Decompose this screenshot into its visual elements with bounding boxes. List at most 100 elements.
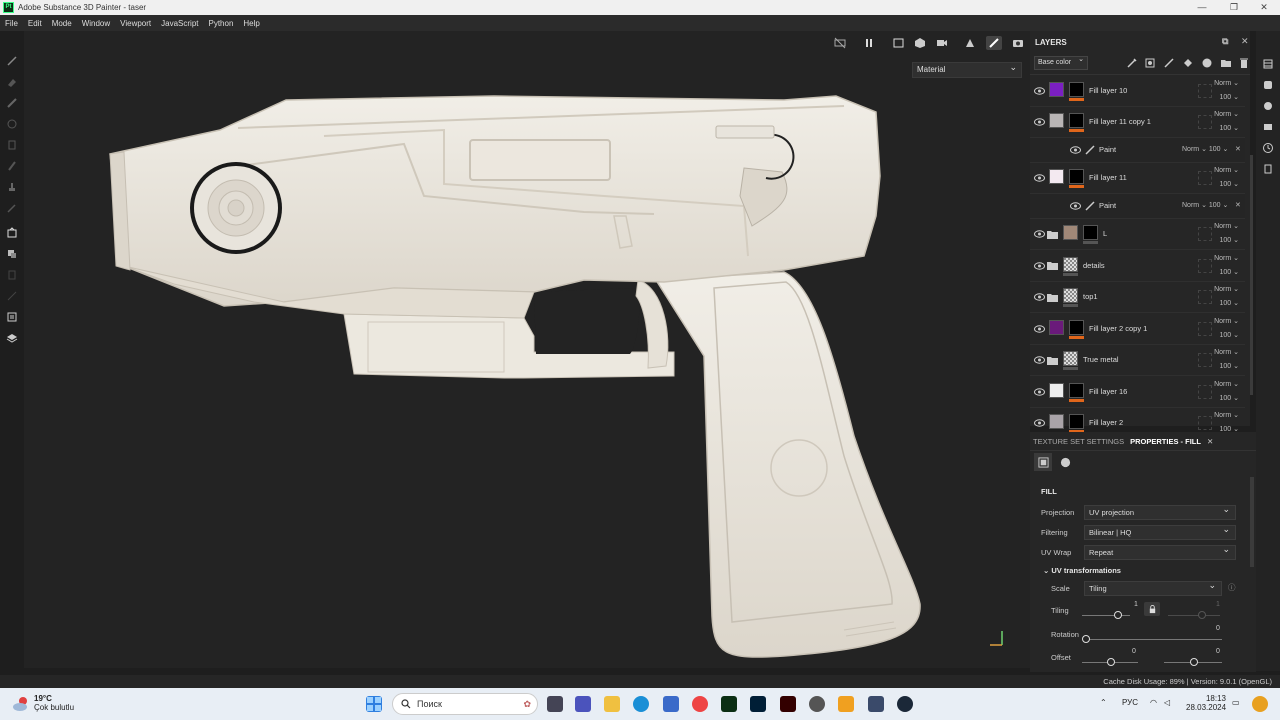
layer-blend-mode[interactable]: Norm ⌄ bbox=[1199, 220, 1239, 234]
app-icon[interactable] bbox=[809, 696, 825, 712]
visibility-eye-icon[interactable] bbox=[1034, 325, 1045, 333]
file-explorer-icon[interactable] bbox=[604, 696, 620, 712]
log-dock-icon[interactable] bbox=[1256, 158, 1280, 179]
eraser-tool-icon[interactable] bbox=[0, 71, 24, 92]
folder-icon[interactable] bbox=[1047, 356, 1058, 365]
channel-select[interactable]: Base color bbox=[1034, 54, 1088, 70]
layer-opacity[interactable]: 100 ⌄ bbox=[1199, 266, 1240, 280]
measure-tool-icon[interactable] bbox=[0, 285, 24, 306]
material-picker-icon[interactable] bbox=[0, 243, 24, 264]
visibility-eye-icon[interactable] bbox=[1070, 202, 1081, 210]
add-folder-icon[interactable] bbox=[1220, 57, 1234, 71]
material-mode-icon[interactable] bbox=[1034, 453, 1052, 471]
view-3d-icon[interactable] bbox=[912, 36, 928, 50]
layer-opacity[interactable]: 100 ⌄ bbox=[1199, 360, 1240, 374]
windows-start-icon[interactable] bbox=[366, 696, 382, 712]
input-language[interactable]: РУС bbox=[1122, 698, 1138, 707]
add-smart-material-icon[interactable] bbox=[1201, 57, 1215, 71]
layer-opacity[interactable]: 100 ⌄ bbox=[1199, 91, 1240, 105]
notifications-icon[interactable]: ▭ bbox=[1232, 698, 1240, 707]
edge-browser-icon[interactable] bbox=[633, 696, 649, 712]
visibility-eye-icon[interactable] bbox=[1034, 262, 1045, 270]
menu-edit[interactable]: Edit bbox=[23, 19, 47, 28]
remove-effect-icon[interactable]: ✕ bbox=[1235, 201, 1241, 209]
smudge-tool-icon[interactable] bbox=[0, 134, 24, 155]
layer-mask-thumbnail[interactable] bbox=[1069, 319, 1084, 335]
steam-icon[interactable] bbox=[897, 696, 913, 712]
layer-row[interactable]: True metal Norm ⌄ 100 ⌄ bbox=[1030, 345, 1245, 376]
layer-mask-thumbnail[interactable] bbox=[1069, 382, 1084, 398]
layer-row[interactable]: Fill layer 2 copy 1 Norm ⌄ 100 ⌄ bbox=[1030, 313, 1245, 345]
view-2d-icon[interactable] bbox=[891, 36, 907, 50]
layer-color-thumbnail[interactable] bbox=[1049, 169, 1064, 185]
menu-viewport[interactable]: Viewport bbox=[115, 19, 156, 28]
layer-blend-mode[interactable]: Norm ⌄ bbox=[1199, 315, 1239, 329]
layers-scrollbar[interactable] bbox=[1250, 155, 1253, 395]
layer-name[interactable]: Fill layer 2 bbox=[1089, 418, 1123, 427]
rotation-slider-knob[interactable] bbox=[1082, 635, 1090, 643]
layer-mask-thumbnail[interactable] bbox=[1069, 81, 1084, 97]
taskbar-search[interactable]: Поиск ✿ bbox=[392, 693, 538, 715]
layer-effect-row[interactable]: Paint Norm ⌄ 100 ⌄ ✕ bbox=[1030, 194, 1245, 219]
layer-texture-thumbnail[interactable] bbox=[1063, 351, 1078, 367]
tiling-slider-track[interactable] bbox=[1082, 615, 1130, 616]
undock-icon[interactable]: ⧉ bbox=[1222, 36, 1228, 47]
layer-mask-thumbnail[interactable] bbox=[1069, 113, 1084, 129]
layer-mask-thumbnail[interactable] bbox=[1083, 225, 1098, 241]
layer-name[interactable]: L bbox=[1103, 229, 1107, 238]
menu-mode[interactable]: Mode bbox=[47, 19, 77, 28]
layer-name[interactable]: Fill layer 11 copy 1 bbox=[1089, 117, 1151, 126]
layer-name[interactable]: details bbox=[1083, 261, 1105, 270]
layer-color-thumbnail[interactable] bbox=[1049, 319, 1064, 335]
layer-row[interactable]: Fill layer 11 copy 1 Norm ⌄ 100 ⌄ bbox=[1030, 107, 1245, 138]
projection-tool-icon[interactable] bbox=[0, 92, 24, 113]
layer-blend-mode[interactable]: Norm ⌄ bbox=[1199, 77, 1239, 91]
layer-color-thumbnail[interactable] bbox=[1049, 382, 1064, 398]
visibility-eye-icon[interactable] bbox=[1034, 388, 1045, 396]
paint-mode-icon[interactable] bbox=[986, 36, 1002, 50]
visibility-eye-icon[interactable] bbox=[1034, 87, 1045, 95]
scale-select[interactable]: Tiling bbox=[1084, 579, 1222, 596]
layer-color-thumbnail[interactable] bbox=[1049, 113, 1064, 129]
add-effect-icon[interactable] bbox=[1126, 57, 1140, 71]
effect-blend-mode[interactable]: Norm ⌄ 100 ⌄ bbox=[1182, 145, 1228, 153]
layer-row[interactable]: L Norm ⌄ 100 ⌄ bbox=[1030, 219, 1245, 250]
layer-texture-thumbnail[interactable] bbox=[1063, 256, 1078, 272]
layer-name[interactable]: top1 bbox=[1083, 292, 1098, 301]
layer-name[interactable]: Fill layer 2 copy 1 bbox=[1089, 324, 1147, 333]
layer-mask-thumbnail[interactable] bbox=[1069, 169, 1084, 185]
layer-blend-mode[interactable]: Norm ⌄ bbox=[1199, 283, 1239, 297]
maximize-button[interactable]: ❐ bbox=[1218, 0, 1250, 15]
visibility-eye-icon[interactable] bbox=[1034, 419, 1045, 427]
chrome-icon[interactable] bbox=[692, 696, 708, 712]
layer-name[interactable]: Fill layer 16 bbox=[1089, 387, 1127, 396]
layer-texture-thumbnail[interactable] bbox=[1063, 288, 1078, 304]
wifi-icon[interactable]: ◠ bbox=[1150, 698, 1157, 707]
tab-texture-set-settings[interactable]: TEXTURE SET SETTINGS bbox=[1030, 437, 1127, 446]
offset-slider-knob-2[interactable] bbox=[1190, 658, 1198, 666]
texture-set-dock-icon[interactable] bbox=[1256, 74, 1280, 95]
visibility-eye-icon[interactable] bbox=[1034, 293, 1045, 301]
layer-blend-mode[interactable]: Norm ⌄ bbox=[1199, 346, 1239, 360]
add-fill-layer-icon[interactable] bbox=[1182, 57, 1196, 71]
layer-name[interactable]: Fill layer 11 bbox=[1089, 173, 1127, 182]
folder-icon[interactable] bbox=[1047, 230, 1058, 239]
layer-blend-mode[interactable]: Norm ⌄ bbox=[1199, 409, 1239, 423]
visibility-eye-icon[interactable] bbox=[1034, 230, 1045, 238]
teams-icon[interactable] bbox=[575, 696, 591, 712]
stamp-tool-icon[interactable] bbox=[0, 176, 24, 197]
close-window-button[interactable]: ✕ bbox=[1248, 0, 1280, 15]
add-mask-icon[interactable] bbox=[1144, 57, 1158, 71]
layer-color-thumbnail[interactable] bbox=[1063, 225, 1078, 241]
menu-help[interactable]: Help bbox=[238, 19, 264, 28]
layer-row[interactable]: Fill layer 16 Norm ⌄ 100 ⌄ bbox=[1030, 376, 1245, 408]
close-properties-icon[interactable]: ✕ bbox=[1204, 437, 1216, 446]
menu-window[interactable]: Window bbox=[77, 19, 115, 28]
weather-widget[interactable]: 19°C Çok bulutlu bbox=[34, 694, 74, 712]
layer-blend-mode[interactable]: Norm ⌄ bbox=[1199, 378, 1239, 392]
tray-chevron-icon[interactable]: ⌃ bbox=[1100, 698, 1107, 707]
layer-color-thumbnail[interactable] bbox=[1049, 81, 1064, 97]
projection-select[interactable]: UV projection bbox=[1084, 503, 1236, 520]
layer-opacity[interactable]: 100 ⌄ bbox=[1199, 122, 1240, 136]
visibility-eye-icon[interactable] bbox=[1070, 146, 1081, 154]
